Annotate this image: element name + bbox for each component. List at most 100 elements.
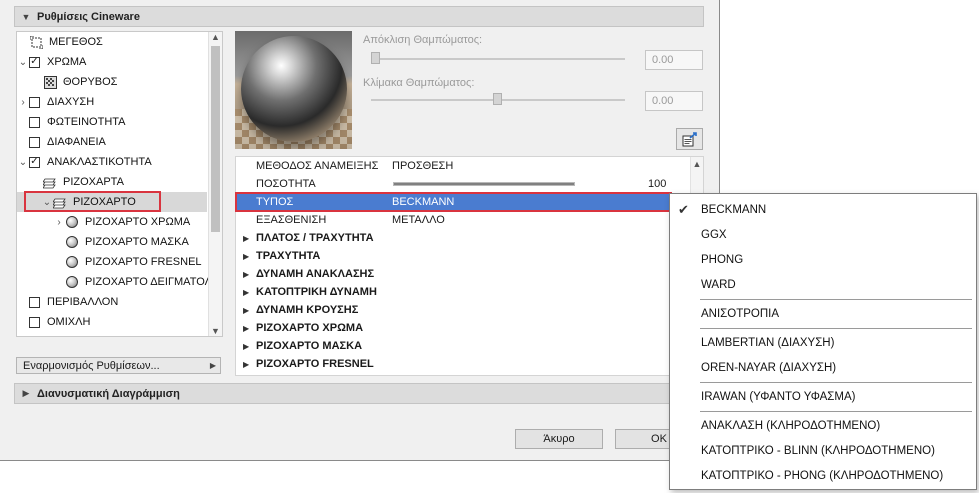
sphere-icon xyxy=(65,275,79,289)
checkbox-transparency[interactable] xyxy=(29,136,40,148)
expand-triangle-icon: ▶ xyxy=(243,269,250,279)
section-cineware-settings[interactable]: ▼ Ρυθμίσεις Cineware xyxy=(14,6,704,27)
preset-button[interactable]: Εναρμονισμός Ρυθμίσεων... ▶ xyxy=(16,357,221,374)
prop-group-layer-mask[interactable]: ▶ ΡΙΖΟΧΑΡΤΟ ΜΑΣΚΑ xyxy=(236,337,691,355)
checkbox-diffusion[interactable] xyxy=(29,96,40,108)
blur-scale-field[interactable]: 0.00 xyxy=(645,91,703,111)
prop-group-reflection-strength[interactable]: ▶ ΔΥΝΑΜΗ ΑΝΑΚΛΑΣΗΣ xyxy=(236,265,691,283)
tree-item-diffusion[interactable]: › ΔΙΑΧΥΣΗ xyxy=(17,92,207,112)
cancel-button[interactable]: Άκυρο xyxy=(515,429,603,449)
prop-group-bump-strength[interactable]: ▶ ΔΥΝΑΜΗ ΚΡΟΥΣΗΣ xyxy=(236,301,691,319)
section-vector-hatching[interactable]: ▶ Διανυσματική Διαγράμμιση xyxy=(14,383,704,404)
menu-item-irawan[interactable]: IRAWAN (ΥΦΑΝΤΟ ΥΦΑΣΜΑ) xyxy=(670,386,976,408)
export-icon xyxy=(682,131,697,146)
prop-group-specular-strength[interactable]: ▶ ΚΑΤΟΠΤΡΙΚΗ ΔΥΝΑΜΗ xyxy=(236,283,691,301)
prop-group-layer-fresnel[interactable]: ▶ ΡΙΖΟΧΑΡΤΟ FRESNEL xyxy=(236,355,691,373)
menu-item-ward[interactable]: WARD xyxy=(670,274,976,296)
expand-icon[interactable]: › xyxy=(17,97,29,108)
expand-triangle-icon: ▶ xyxy=(243,287,250,297)
prop-group-width-roughness[interactable]: ▶ ΠΛΑΤΟΣ / ΤΡΑΧΥΤΗΤΑ xyxy=(236,229,691,247)
property-grid: ΜΕΘΟΔΟΣ ΑΝΑΜΕΙΞΗΣ ΠΡΟΣΘΕΣΗ ΠΟΣΟΤΗΤΑ 100 … xyxy=(235,156,704,376)
cineware-settings-dialog: ▼ Ρυθμίσεις Cineware ΜΕΓΕΘΟΣ ⌄ ✓ ΧΡΩΜΑ Θ… xyxy=(0,0,720,461)
menu-item-ggx[interactable]: GGX xyxy=(670,224,976,246)
export-button[interactable] xyxy=(676,128,703,150)
scroll-thumb[interactable] xyxy=(211,46,220,232)
channel-tree: ΜΕΓΕΘΟΣ ⌄ ✓ ΧΡΩΜΑ ΘΟΡΥΒΟΣ › ΔΙΑΧΥΣΗ ΦΩΤΕ… xyxy=(16,31,223,337)
blur-scale-label: Κλίμακα Θαμπώματος: xyxy=(363,77,475,89)
menu-item-lambertian[interactable]: LAMBERTIAN (ΔΙΑΧΥΣΗ) xyxy=(670,332,976,354)
layers-icon xyxy=(43,175,57,189)
expand-triangle-icon: ▶ xyxy=(243,233,250,243)
tree-item-noise[interactable]: ΘΟΡΥΒΟΣ xyxy=(31,72,221,92)
type-dropdown-menu: ✔ BECKMANN GGX PHONG WARD ΑΝΙΣΟΤΡΟΠΙΑ LA… xyxy=(669,193,977,490)
prop-row-amount[interactable]: ΠΟΣΟΤΗΤΑ 100 xyxy=(236,175,691,193)
sphere-icon xyxy=(65,215,79,229)
tree-item-color[interactable]: ⌄ ✓ ΧΡΩΜΑ xyxy=(17,52,207,72)
expand-icon[interactable]: › xyxy=(53,217,65,228)
tree-item-environment[interactable]: ΠΕΡΙΒΑΛΛΟΝ xyxy=(17,292,207,312)
sphere-icon xyxy=(65,235,79,249)
menu-item-phong[interactable]: PHONG xyxy=(670,249,976,271)
tree-item-transparency[interactable]: ΔΙΑΦΑΝΕΙΑ xyxy=(17,132,207,152)
collapse-icon[interactable]: ⌄ xyxy=(17,57,29,68)
blur-offset-slider[interactable] xyxy=(371,58,625,60)
amount-slider-fill xyxy=(394,183,574,185)
tree-item-layers[interactable]: ΡΙΖΟΧΑΡΤΑ xyxy=(31,172,221,192)
prop-group-layer-color[interactable]: ▶ ΡΙΖΟΧΑΡΤΟ ΧΡΩΜΑ xyxy=(236,319,691,337)
check-icon: ✔ xyxy=(678,202,689,217)
menu-separator xyxy=(700,382,972,383)
collapse-triangle-icon: ▼ xyxy=(21,11,31,22)
chevron-right-icon: ▶ xyxy=(209,361,216,370)
section-title: Ρυθμίσεις Cineware xyxy=(37,10,140,23)
scroll-up-icon[interactable]: ▲ xyxy=(691,159,703,169)
tree-item-layer-color[interactable]: › ΡΙΖΟΧΑΡΤΟ ΧΡΩΜΑ xyxy=(53,212,222,232)
prop-group-roughness[interactable]: ▶ ΤΡΑΧΥΤΗΤΑ xyxy=(236,247,691,265)
tree-item-luminance[interactable]: ΦΩΤΕΙΝΟΤΗΤΑ xyxy=(17,112,207,132)
tree-item-layer-mask[interactable]: ΡΙΖΟΧΑΡΤΟ ΜΑΣΚΑ xyxy=(53,232,222,252)
resize-icon xyxy=(29,35,43,49)
checkbox-luminance[interactable] xyxy=(29,116,40,128)
prop-row-attenuation[interactable]: ΕΞΑΣΘΕΝΙΣΗ ΜΕΤΑΛΛΟ xyxy=(236,211,691,229)
material-preview xyxy=(235,31,352,149)
menu-item-oren-nayar[interactable]: OREN-NAYAR (ΔΙΑΧΥΣΗ) xyxy=(670,357,976,379)
prop-row-blend-mode[interactable]: ΜΕΘΟΔΟΣ ΑΝΑΜΕΙΞΗΣ ΠΡΟΣΘΕΣΗ xyxy=(236,157,691,175)
blur-scale-slider-thumb[interactable] xyxy=(493,93,502,105)
collapse-icon[interactable]: ⌄ xyxy=(41,197,53,208)
tree-scrollbar[interactable]: ▲ ▼ xyxy=(208,32,222,336)
tree-item-reflectance[interactable]: ⌄ ✓ ΑΝΑΚΛΑΣΤΙΚΟΤΗΤΑ xyxy=(17,152,207,172)
expand-triangle-icon: ▶ xyxy=(243,305,250,315)
collapse-icon[interactable]: ⌄ xyxy=(17,157,29,168)
checkbox-reflectance[interactable]: ✓ xyxy=(29,156,40,168)
scroll-up-icon[interactable]: ▲ xyxy=(209,32,222,42)
menu-item-reflection-legacy[interactable]: ΑΝΑΚΛΑΣΗ (ΚΛΗΡΟΔΟΤΗΜΕΝΟ) xyxy=(670,415,976,437)
menu-separator xyxy=(700,299,972,300)
checkbox-fog[interactable] xyxy=(29,316,40,328)
blur-offset-slider-thumb[interactable] xyxy=(371,52,380,64)
checkbox-environment[interactable] xyxy=(29,296,40,308)
preview-sphere xyxy=(241,36,347,142)
tree-item-layer-sampling[interactable]: ΡΙΖΟΧΑΡΤΟ ΔΕΙΓΜΑΤΟΛ xyxy=(53,272,222,292)
section-title: Διανυσματική Διαγράμμιση xyxy=(37,387,180,400)
menu-separator xyxy=(700,411,972,412)
noise-icon xyxy=(43,75,57,89)
layers-icon xyxy=(53,195,67,209)
amount-value[interactable]: 100 xyxy=(648,178,666,190)
checkbox-color[interactable]: ✓ xyxy=(29,56,40,68)
amount-slider[interactable] xyxy=(393,182,575,186)
scroll-down-icon[interactable]: ▼ xyxy=(209,326,222,336)
prop-row-type[interactable]: ΤΥΠΟΣ BECKMANN ▸ xyxy=(236,193,691,211)
menu-item-specular-blinn-legacy[interactable]: ΚΑΤΟΠΤΡΙΚΟ - BLINN (ΚΛΗΡΟΔΟΤΗΜΕΝΟ) xyxy=(670,440,976,462)
tree-item-layer-fresnel[interactable]: ΡΙΖΟΧΑΡΤΟ FRESNEL xyxy=(53,252,222,272)
menu-item-specular-phong-legacy[interactable]: ΚΑΤΟΠΤΡΙΚΟ - PHONG (ΚΛΗΡΟΔΟΤΗΜΕΝΟ) xyxy=(670,465,976,487)
expand-triangle-icon: ▶ xyxy=(243,359,250,369)
menu-item-beckmann[interactable]: ✔ BECKMANN xyxy=(670,199,976,221)
expand-triangle-icon: ▶ xyxy=(243,341,250,351)
menu-item-anisotropy[interactable]: ΑΝΙΣΟΤΡΟΠΙΑ xyxy=(670,303,976,325)
blur-offset-field[interactable]: 0.00 xyxy=(645,50,703,70)
tree-item-size[interactable]: ΜΕΓΕΘΟΣ xyxy=(17,32,207,52)
blur-offset-label: Απόκλιση Θαμπώματος: xyxy=(363,34,483,46)
expand-triangle-icon: ▶ xyxy=(243,251,250,261)
tree-item-layer-selected[interactable]: ⌄ ΡΙΖΟΧΑΡΤΟ xyxy=(17,192,207,212)
tree-item-fog[interactable]: ΟΜΙΧΛΗ xyxy=(17,312,207,332)
menu-separator xyxy=(700,328,972,329)
